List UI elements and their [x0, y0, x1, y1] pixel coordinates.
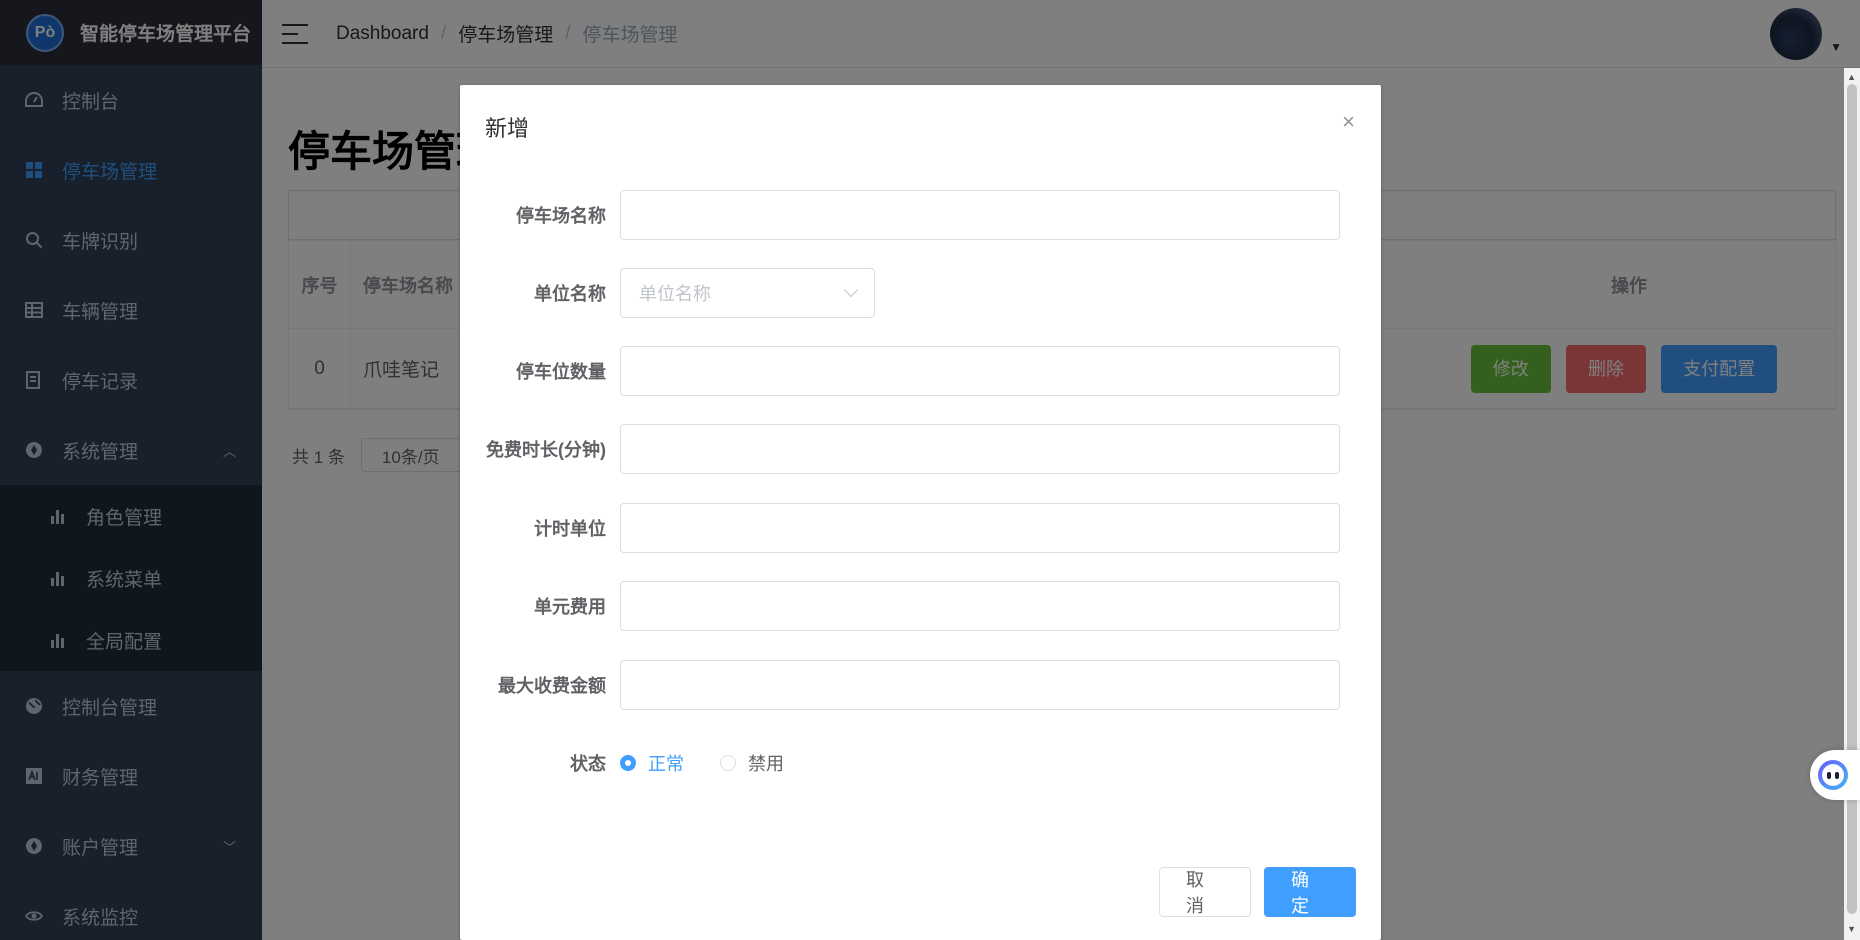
status-radio-normal[interactable]: 正常 [620, 750, 684, 776]
scroll-up-icon[interactable]: ▲ [1847, 72, 1856, 82]
radio-checked-icon [620, 755, 636, 771]
dialog-footer: 取 消 确 定 [1159, 867, 1356, 917]
form-row-status: 状态 正常 禁用 [460, 738, 1381, 788]
lot-name-input[interactable] [620, 190, 1340, 240]
confirm-button[interactable]: 确 定 [1264, 867, 1356, 917]
unit-name-label: 单位名称 [534, 284, 606, 304]
unit-fee-label: 单元费用 [534, 597, 606, 617]
unit-fee-input[interactable] [620, 581, 1340, 631]
max-fee-input[interactable] [620, 660, 1340, 710]
unit-name-placeholder: 单位名称 [639, 284, 711, 304]
time-unit-input[interactable] [620, 503, 1340, 553]
form-row-space-count: 停车位数量 [460, 346, 1381, 396]
assistant-widget[interactable] [1810, 750, 1860, 800]
add-dialog: 新增 × 停车场名称 单位名称 单位名称 停车位数量 免费时长(分钟) 计时单位… [460, 85, 1381, 940]
form-row-lot-name: 停车场名称 [460, 190, 1381, 240]
form-row-time-unit: 计时单位 [460, 503, 1381, 553]
max-fee-label: 最大收费金额 [498, 676, 606, 696]
lot-name-label: 停车场名称 [516, 206, 606, 226]
close-icon[interactable]: × [1342, 111, 1355, 133]
form-row-unit-name: 单位名称 单位名称 [460, 268, 1381, 318]
scroll-down-icon[interactable]: ▼ [1847, 924, 1856, 934]
chevron-down-icon [843, 282, 859, 298]
radio-unchecked-icon [720, 755, 736, 771]
status-radio-group: 正常 禁用 [620, 750, 820, 776]
space-count-input[interactable] [620, 346, 1340, 396]
form-row-max-fee: 最大收费金额 [460, 660, 1381, 710]
form-row-free-minutes: 免费时长(分钟) [460, 424, 1381, 474]
cancel-button[interactable]: 取 消 [1159, 867, 1251, 917]
radio-label: 正常 [648, 754, 684, 774]
space-count-label: 停车位数量 [516, 362, 606, 382]
status-radio-disabled[interactable]: 禁用 [720, 750, 784, 776]
dialog-title: 新增 [485, 116, 530, 141]
form-row-unit-fee: 单元费用 [460, 581, 1381, 631]
status-label: 状态 [570, 754, 606, 774]
unit-name-select[interactable]: 单位名称 [620, 268, 875, 318]
assistant-icon [1818, 760, 1848, 790]
radio-label: 禁用 [748, 754, 784, 774]
free-minutes-input[interactable] [620, 424, 1340, 474]
free-minutes-label: 免费时长(分钟) [486, 440, 606, 460]
time-unit-label: 计时单位 [534, 519, 606, 539]
